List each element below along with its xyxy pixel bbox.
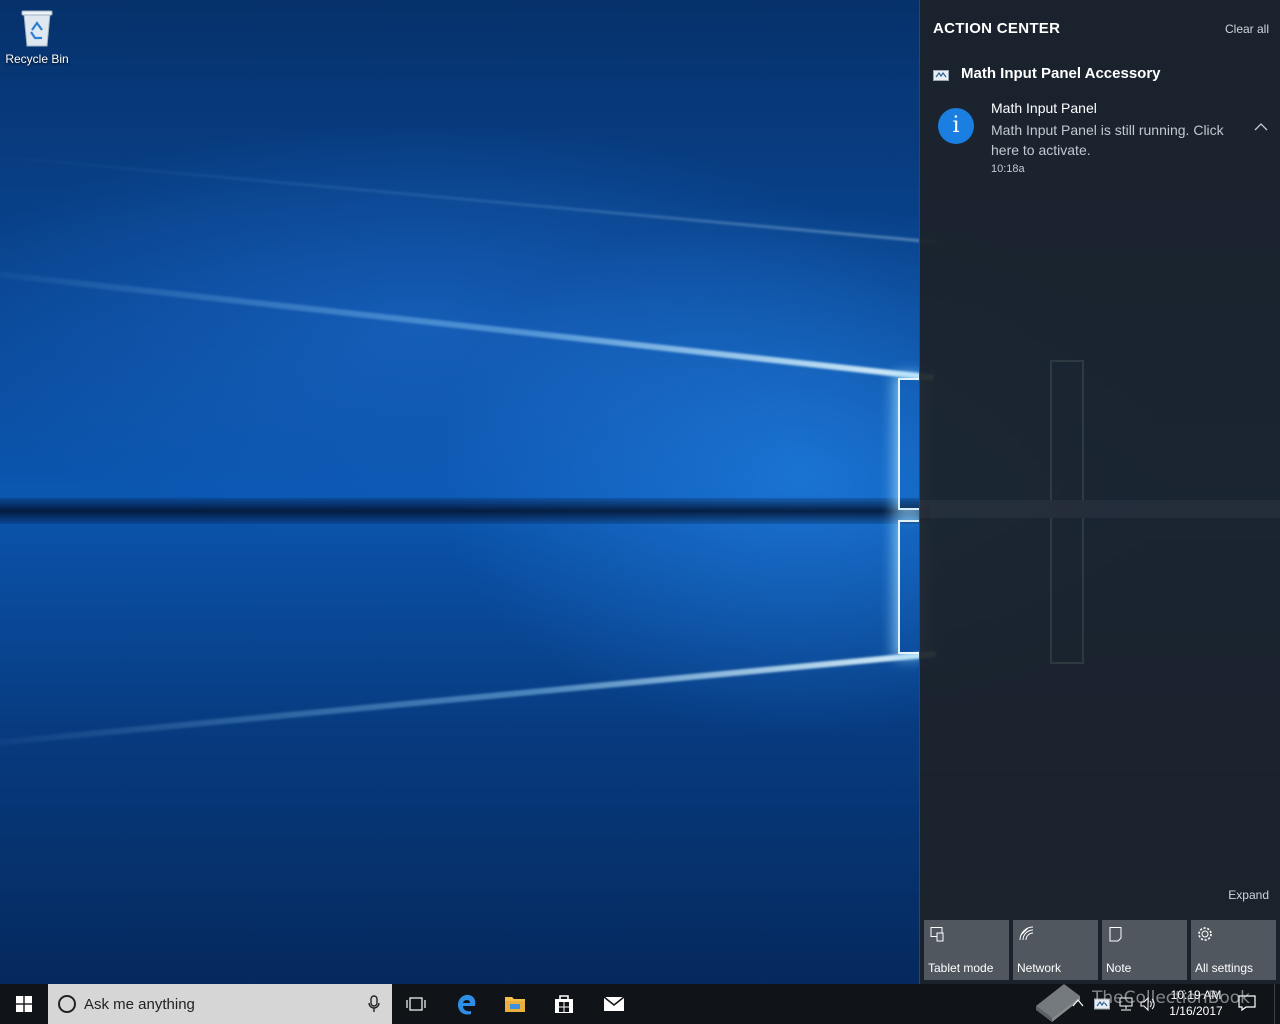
tablet-mode-icon bbox=[930, 926, 946, 942]
notification-group-title: Math Input Panel Accessory bbox=[961, 65, 1161, 82]
recycle-bin-icon bbox=[20, 8, 54, 48]
expand-button[interactable]: Expand bbox=[1228, 888, 1269, 902]
action-center-panel: ACTION CENTER Clear all Math Input Panel… bbox=[919, 0, 1280, 984]
network-tray-icon[interactable] bbox=[1118, 996, 1134, 1012]
math-input-panel-icon bbox=[933, 68, 949, 81]
system-clock[interactable]: 10:19 AM 1/16/2017 bbox=[1160, 987, 1232, 1019]
quick-action-label: Network bbox=[1017, 961, 1062, 975]
show-hidden-icons-chevron-icon[interactable] bbox=[1071, 996, 1085, 1010]
quick-action-label: All settings bbox=[1195, 961, 1254, 975]
mail-button[interactable] bbox=[590, 984, 638, 1024]
desktop-icon-recycle-bin[interactable]: Recycle Bin bbox=[4, 8, 70, 66]
microphone-icon[interactable] bbox=[368, 995, 380, 1013]
edge-icon bbox=[458, 994, 476, 1015]
volume-icon[interactable] bbox=[1140, 996, 1156, 1012]
wallpaper-reflection bbox=[920, 330, 1280, 690]
edge-button[interactable] bbox=[443, 984, 491, 1024]
quick-action-label: Note bbox=[1106, 961, 1132, 975]
store-button[interactable] bbox=[540, 984, 588, 1024]
cortana-icon bbox=[58, 995, 76, 1013]
file-explorer-icon bbox=[505, 997, 525, 1012]
wallpaper-shadow-band bbox=[0, 498, 930, 524]
notification-card[interactable]: i Math Input Panel Math Input Panel is s… bbox=[920, 96, 1280, 186]
task-view-button[interactable] bbox=[392, 984, 440, 1024]
clear-all-button[interactable]: Clear all bbox=[1225, 22, 1269, 36]
store-icon bbox=[555, 995, 573, 1013]
wallpaper-light-beam bbox=[0, 650, 936, 751]
math-input-panel-tray-icon[interactable] bbox=[1094, 996, 1110, 1012]
wallpaper-window-pane bbox=[898, 378, 920, 510]
quick-action-all-settings[interactable]: All settings bbox=[1191, 920, 1276, 980]
quick-action-tablet-mode[interactable]: Tablet mode bbox=[924, 920, 1009, 980]
note-icon bbox=[1108, 926, 1124, 942]
windows-logo-icon bbox=[16, 996, 32, 1012]
chevron-up-icon[interactable] bbox=[1253, 120, 1269, 132]
action-center-notification-icon[interactable] bbox=[1238, 994, 1256, 1012]
task-view-icon bbox=[406, 997, 426, 1011]
file-explorer-button[interactable] bbox=[491, 984, 539, 1024]
gear-icon bbox=[1197, 926, 1213, 942]
clock-time: 10:19 AM bbox=[1170, 988, 1222, 1002]
wallpaper-light-beam bbox=[0, 150, 937, 244]
quick-action-note[interactable]: Note bbox=[1102, 920, 1187, 980]
network-icon bbox=[1019, 926, 1035, 942]
taskbar: Ask me anything 10:19 AM 1/16/2017 bbox=[0, 984, 1280, 1024]
action-center-title: ACTION CENTER bbox=[933, 20, 1061, 37]
notification-body: Math Input Panel is still running. Click… bbox=[991, 122, 1224, 158]
notification-time: 10:18a bbox=[991, 163, 1025, 175]
desktop-icon-label: Recycle Bin bbox=[5, 52, 69, 66]
notification-title: Math Input Panel bbox=[991, 100, 1097, 116]
wallpaper-window-pane bbox=[898, 520, 920, 654]
clock-date: 1/16/2017 bbox=[1169, 1004, 1223, 1018]
show-desktop-button[interactable] bbox=[1274, 984, 1280, 1024]
search-placeholder: Ask me anything bbox=[84, 996, 195, 1013]
quick-action-network[interactable]: Network bbox=[1013, 920, 1098, 980]
start-button[interactable] bbox=[0, 984, 48, 1024]
mail-icon bbox=[603, 996, 625, 1011]
info-icon: i bbox=[938, 108, 974, 144]
quick-actions: Tablet mode Network Note All settings bbox=[924, 920, 1276, 980]
quick-action-label: Tablet mode bbox=[928, 961, 994, 975]
notification-group-header[interactable]: Math Input Panel Accessory bbox=[933, 65, 1161, 82]
wallpaper-light-beam bbox=[0, 265, 935, 381]
search-box[interactable]: Ask me anything bbox=[48, 984, 392, 1024]
